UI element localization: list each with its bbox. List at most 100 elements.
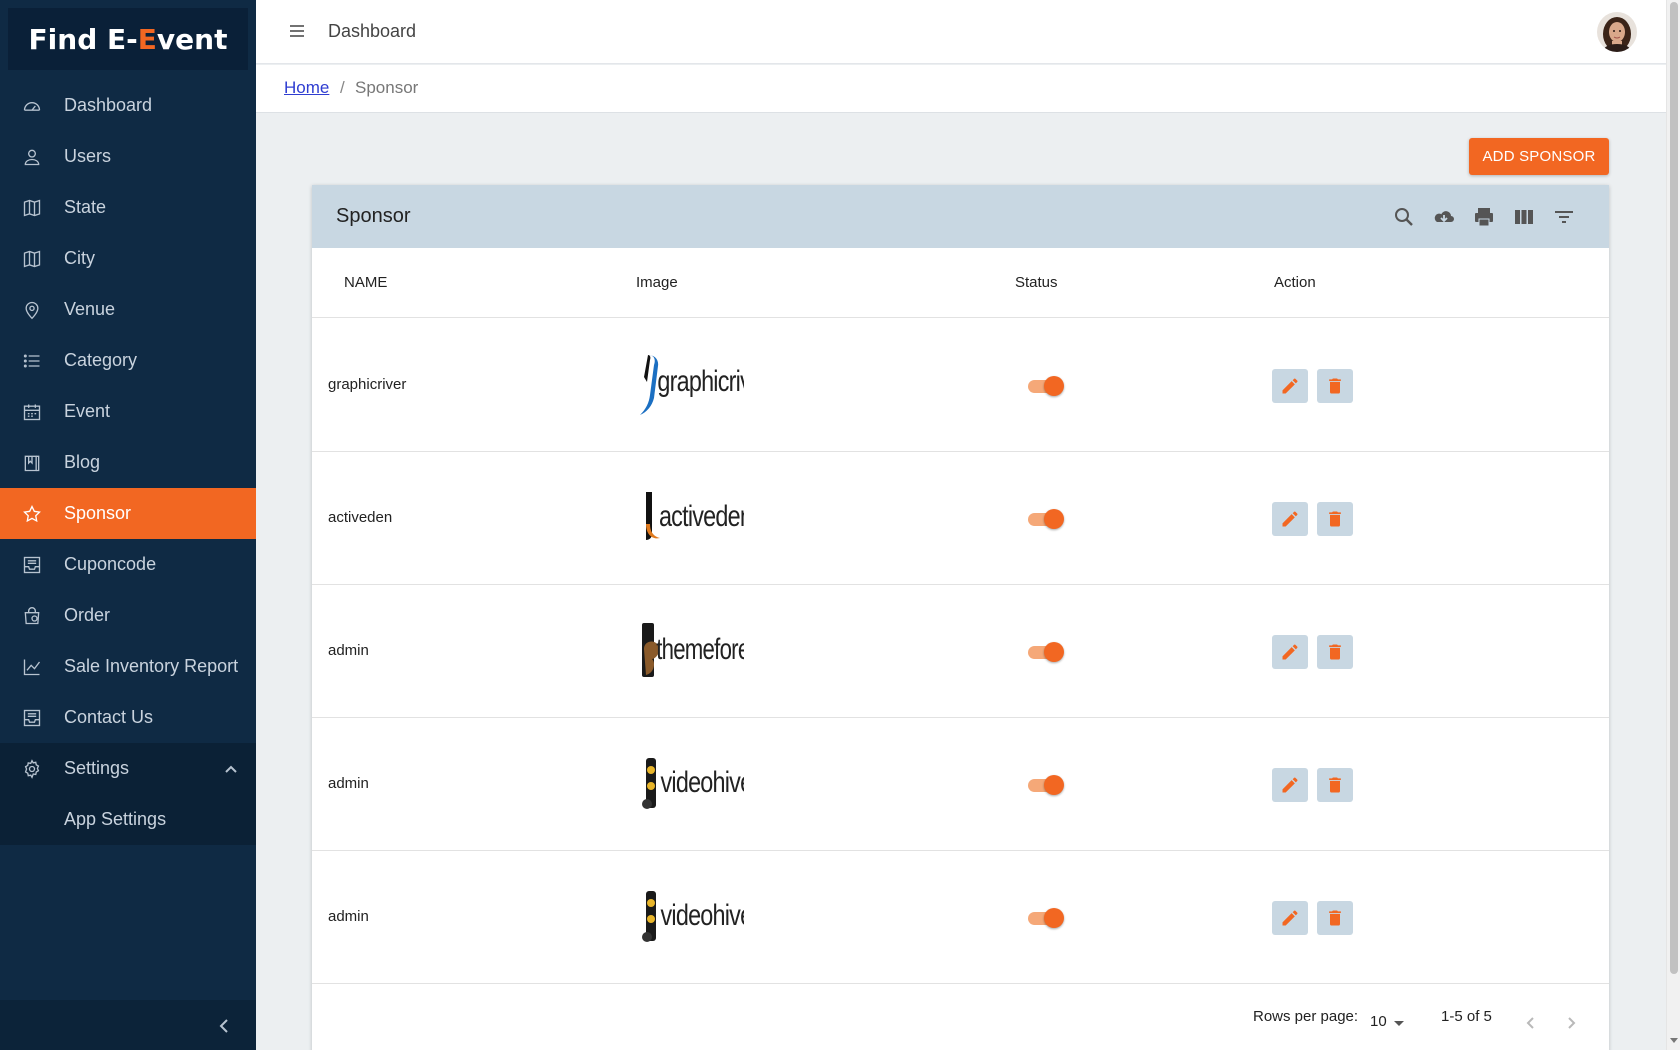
avatar[interactable] [1597,12,1637,52]
sidebar-item-users[interactable]: Users [0,131,256,182]
sponsor-name: admin [328,908,369,925]
rows-per-page-select[interactable]: 10 [1370,1013,1387,1030]
sidebar-item-label: Cuponcode [64,554,157,574]
sidebar-subitem-app-settings[interactable]: App Settings [0,794,256,845]
column-header-name[interactable]: NAME [344,274,387,291]
sidebar-item-cuponcode[interactable]: Cuponcode [0,539,256,590]
gear-icon [22,758,42,779]
sidebar-item-category[interactable]: Category [0,335,256,386]
sponsor-name: graphicriver [328,376,407,393]
sponsor-logo-videohive: videohive [634,879,753,957]
sponsor-logo-activeden: activeden [634,480,753,558]
dashboard-icon [22,96,42,116]
menu-icon[interactable] [288,22,306,40]
pencil-icon [1282,378,1298,394]
inbox-icon [22,708,42,728]
pencil-icon [1282,644,1298,660]
next-page-button[interactable] [1561,1013,1581,1033]
sidebar-item-label: Event [64,401,111,421]
pagination-range: 1-5 of 5 [1441,1008,1492,1025]
delete-button[interactable] [1317,502,1353,536]
sidebar-item-dashboard[interactable]: Dashboard [0,80,256,131]
edit-button[interactable] [1272,768,1308,802]
sidebar-item-label: Contact Us [64,707,154,727]
svg-text:videohive: videohive [661,898,744,931]
sidebar-item-sale-inventory-report[interactable]: Sale Inventory Report [0,641,256,692]
collapse-sidebar-button[interactable] [212,1014,236,1038]
sidebar-item-label: Sponsor [64,503,132,523]
trash-icon [1329,644,1341,660]
edit-button[interactable] [1272,369,1308,403]
scroll-down-arrow[interactable] [1670,1038,1678,1043]
chevron-left-icon [1526,1017,1534,1029]
delete-button[interactable] [1317,635,1353,669]
map-icon [22,198,42,218]
table-row: graphicriver graphicriver [312,319,1609,452]
edit-button[interactable] [1272,901,1308,935]
sidebar-item-event[interactable]: Event [0,386,256,437]
status-toggle[interactable] [1026,773,1066,797]
chart-line-icon [22,657,42,677]
book-icon [22,453,42,473]
search-icon[interactable] [1392,205,1416,229]
brand-logo[interactable]: Find E-Event [8,8,248,70]
sidebar-item-label: App Settings [64,809,167,829]
table-row: admin themeforest [312,585,1609,718]
sidebar-item-sponsor[interactable]: Sponsor [0,488,256,539]
scrollbar-thumb[interactable] [1670,2,1678,974]
view-columns-icon[interactable] [1512,205,1536,229]
delete-button[interactable] [1317,901,1353,935]
filter-icon[interactable] [1552,205,1576,229]
sponsor-logo-themeforest: themeforest [634,613,767,691]
sidebar-item-label: State [64,197,107,217]
status-toggle[interactable] [1026,374,1066,398]
sidebar-item-label: Category [64,350,138,370]
status-toggle[interactable] [1026,507,1066,531]
chevron-up-icon [224,761,238,775]
chevron-right-icon [1568,1017,1576,1029]
sidebar-item-settings[interactable]: Settings [0,743,256,794]
svg-text:videohive: videohive [661,765,744,798]
column-header-image[interactable]: Image [636,274,678,291]
sidebar-nav: Dashboard Users State City Venue Categor… [0,80,256,845]
table-pagination: Rows per page: 10 1-5 of 5 [312,983,1609,1050]
sidebar-item-state[interactable]: State [0,182,256,233]
print-icon[interactable] [1472,205,1496,229]
sidebar-item-city[interactable]: City [0,233,256,284]
user-icon [22,147,42,167]
edit-button[interactable] [1272,635,1308,669]
sidebar-item-label: City [64,248,95,268]
chevron-left-icon [219,1019,228,1033]
sponsor-logo-videohive: videohive [634,746,753,824]
table-row: admin videohive [312,851,1609,984]
caret-down-icon[interactable] [1394,1021,1404,1026]
breadcrumb-home-link[interactable]: Home [284,78,329,98]
shopping-bag-icon [22,606,42,626]
sidebar-item-label: Sale Inventory Report [64,656,239,676]
table-row: admin videohive [312,718,1609,851]
column-header-status[interactable]: Status [1015,274,1058,291]
download-icon[interactable] [1432,205,1456,229]
pencil-icon [1282,910,1298,926]
map-icon [22,249,42,269]
sidebar-item-venue[interactable]: Venue [0,284,256,335]
delete-button[interactable] [1317,369,1353,403]
edit-button[interactable] [1272,502,1308,536]
sidebar-item-blog[interactable]: Blog [0,437,256,488]
breadcrumb-current: Sponsor [355,78,419,97]
status-toggle[interactable] [1026,640,1066,664]
sidebar-item-contact-us[interactable]: Contact Us [0,692,256,743]
previous-page-button[interactable] [1521,1013,1541,1033]
add-sponsor-button[interactable]: ADD SPONSOR [1469,138,1609,175]
status-toggle[interactable] [1026,906,1066,930]
sidebar-item-label: Settings [64,758,130,778]
page-scrollbar[interactable] [1666,0,1680,1050]
trash-icon [1329,910,1341,926]
star-icon [22,504,42,524]
delete-button[interactable] [1317,768,1353,802]
breadcrumb: Home / Sponsor [256,65,1666,113]
svg-text:activeden: activeden [659,499,744,532]
column-header-action: Action [1274,274,1316,291]
table-header: NAME Image Status Action [312,248,1609,318]
sidebar-item-order[interactable]: Order [0,590,256,641]
